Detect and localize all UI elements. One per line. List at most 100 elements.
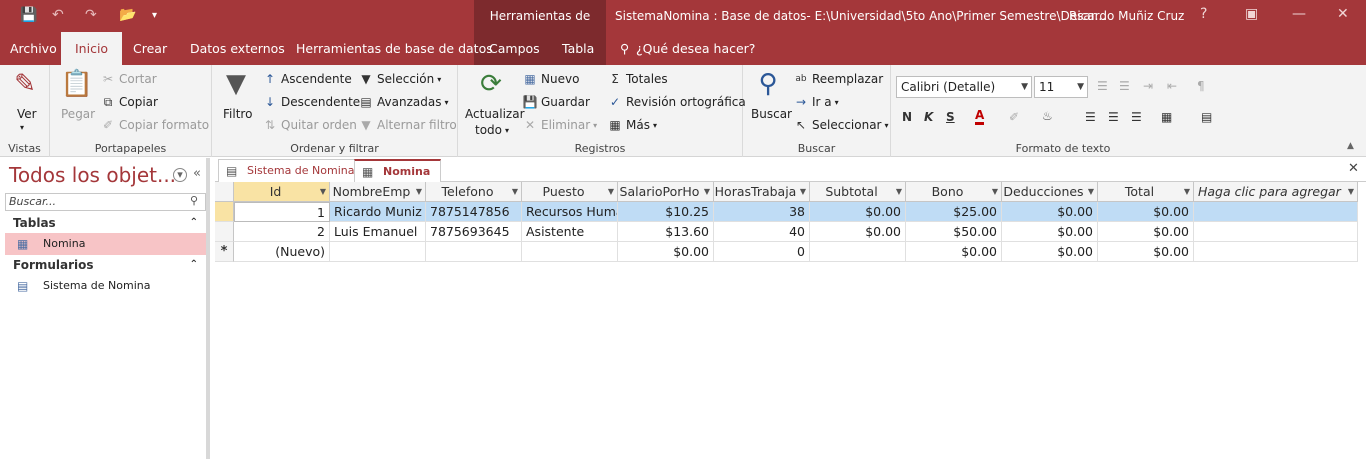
new-row-marker[interactable]: * (215, 242, 234, 262)
tab-inicio[interactable]: Inicio (61, 32, 123, 65)
column-header-add-field[interactable]: Haga clic para agregar ▼ (1194, 182, 1358, 202)
ver-dropdown-icon[interactable]: ▾ (20, 123, 24, 132)
column-dropdown-icon[interactable]: ▼ (1184, 182, 1190, 201)
column-header-deducciones[interactable]: Deducciones ▼ (1002, 182, 1098, 202)
ver-button[interactable]: Ver (17, 107, 37, 121)
indent-icon[interactable]: ⇥ (1143, 79, 1153, 93)
align-left-icon[interactable]: ☰ (1085, 110, 1096, 124)
nuevo-button[interactable]: ▦ Nuevo (522, 72, 579, 86)
highlight-icon[interactable]: ✐ (1009, 110, 1019, 124)
minimize-icon[interactable]: — (1292, 6, 1306, 22)
table-cell[interactable]: $0.00 (1002, 202, 1098, 222)
totales-button[interactable]: Σ Totales (607, 72, 667, 86)
pegar-button[interactable]: Pegar (61, 107, 95, 121)
buscar-button[interactable]: Buscar (751, 107, 792, 121)
save-icon[interactable]: 💾 (20, 7, 37, 23)
eliminar-button[interactable]: ✕ Eliminar ▾ (522, 118, 597, 132)
guardar-button[interactable]: 💾 Guardar (522, 95, 590, 109)
copiar-button[interactable]: ⧉ Copiar (100, 95, 158, 109)
seleccion-button[interactable]: ▼ Selección ▾ (358, 72, 441, 86)
nav-search-input[interactable]: Buscar... (5, 193, 206, 211)
nav-item-nomina[interactable]: ▦ Nomina (5, 233, 206, 255)
font-size-combo[interactable]: 11 ▼ (1034, 76, 1088, 98)
table-cell[interactable] (426, 242, 522, 262)
table-cell[interactable]: $10.25 (618, 202, 714, 222)
alternate-row-color-icon[interactable]: ▤ (1201, 110, 1212, 124)
column-dropdown-icon[interactable]: ▼ (1088, 182, 1094, 201)
collapse-section-icon[interactable]: ⌃ (190, 213, 198, 233)
fill-color-icon[interactable]: ♨ (1042, 109, 1053, 123)
select-all-corner[interactable] (215, 182, 234, 202)
revision-button[interactable]: ✓ Revisión ortográfica (607, 95, 746, 109)
redo-icon[interactable]: ↷ (85, 7, 97, 23)
ascendente-button[interactable]: ↑ Ascendente (262, 72, 352, 86)
table-cell[interactable]: Recursos Huma (522, 202, 618, 222)
table-cell[interactable] (330, 242, 426, 262)
ribbon-display-icon[interactable]: ▣ (1245, 6, 1258, 22)
italic-icon[interactable]: K (924, 110, 933, 124)
table-cell[interactable]: $0.00 (1002, 222, 1098, 242)
actualizar-button[interactable]: Actualizar (465, 107, 525, 121)
column-header-puesto[interactable]: Puesto ▼ (522, 182, 618, 202)
actualizar-todo-button[interactable]: todo ▾ (475, 123, 509, 137)
column-header-telefono[interactable]: Telefono ▼ (426, 182, 522, 202)
tab-archivo[interactable]: Archivo (10, 32, 57, 65)
outdent-icon[interactable]: ⇤ (1167, 79, 1177, 93)
close-window-icon[interactable]: ✕ (1337, 6, 1349, 22)
table-cell[interactable] (810, 242, 906, 262)
help-button[interactable]: ? (1200, 6, 1207, 22)
column-dropdown-icon[interactable]: ▼ (416, 182, 422, 201)
ir-a-button[interactable]: → Ir a ▾ (793, 95, 839, 109)
descendente-button[interactable]: ↓ Descendente (262, 95, 360, 109)
table-cell[interactable] (1194, 242, 1358, 262)
table-cell[interactable]: $0.00 (1098, 222, 1194, 242)
user-name[interactable]: Ricardo Muñiz Cruz (1069, 0, 1184, 32)
tab-herramientas-bd[interactable]: Herramientas de base de datos (296, 32, 493, 65)
row-selector[interactable] (215, 202, 234, 222)
column-dropdown-icon[interactable]: ▼ (1348, 182, 1354, 201)
column-dropdown-icon[interactable]: ▼ (320, 182, 326, 201)
table-cell[interactable]: $25.00 (906, 202, 1002, 222)
column-dropdown-icon[interactable]: ▼ (608, 182, 614, 201)
font-name-combo[interactable]: Calibri (Detalle) ▼ (896, 76, 1032, 98)
mas-button[interactable]: ▦ Más ▾ (607, 118, 657, 132)
open-folder-icon[interactable]: 📂 (119, 7, 136, 23)
tab-campos[interactable]: Campos (489, 32, 540, 65)
column-header-id[interactable]: Id ▼ (234, 182, 330, 202)
gridlines-icon[interactable]: ▦ (1161, 110, 1172, 124)
search-icon[interactable]: ⚲ (190, 194, 198, 207)
close-tab-icon[interactable]: ✕ (1348, 161, 1359, 176)
table-cell[interactable]: $0.00 (618, 242, 714, 262)
font-color-icon[interactable]: A (975, 109, 985, 125)
column-dropdown-icon[interactable]: ▼ (704, 182, 710, 201)
table-cell[interactable]: Ricardo Muniz (330, 202, 426, 222)
nav-item-sistema-de-nomina[interactable]: ▤ Sistema de Nomina (5, 275, 206, 297)
nav-section-formularios[interactable]: Formularios ⌃ (5, 255, 206, 275)
table-cell[interactable] (522, 242, 618, 262)
table-cell[interactable]: 7875693645 (426, 222, 522, 242)
column-dropdown-icon[interactable]: ▼ (896, 182, 902, 201)
table-cell[interactable]: $13.60 (618, 222, 714, 242)
column-header-salarioporhora[interactable]: SalarioPorHo ▼ (618, 182, 714, 202)
table-cell[interactable]: Luis Emanuel (330, 222, 426, 242)
copiar-formato-button[interactable]: ✐ Copiar formato (100, 118, 209, 132)
column-header-nombreemp[interactable]: NombreEmp ▼ (330, 182, 426, 202)
text-direction-icon[interactable]: ¶ (1197, 79, 1205, 93)
cortar-button[interactable]: ✂ Cortar (100, 72, 157, 86)
table-cell[interactable]: $0.00 (1098, 242, 1194, 262)
bold-icon[interactable]: N (902, 110, 912, 124)
column-header-horastrabajadas[interactable]: HorasTrabaja ▼ (714, 182, 810, 202)
column-dropdown-icon[interactable]: ▼ (992, 182, 998, 201)
bullets-icon[interactable]: ☰ (1097, 79, 1108, 93)
table-cell[interactable]: $0.00 (1002, 242, 1098, 262)
align-right-icon[interactable]: ☰ (1131, 110, 1142, 124)
nav-title[interactable]: Todos los objet... (9, 163, 176, 187)
table-cell[interactable]: 2 (234, 222, 330, 242)
column-header-bono[interactable]: Bono ▼ (906, 182, 1002, 202)
table-cell[interactable]: $0.00 (810, 222, 906, 242)
nav-section-tablas[interactable]: Tablas ⌃ (5, 213, 206, 233)
underline-icon[interactable]: S (946, 110, 955, 124)
tab-tabla[interactable]: Tabla (562, 32, 594, 65)
table-cell[interactable]: $50.00 (906, 222, 1002, 242)
doc-tab-sistema-de-nomina[interactable]: ▤ Sistema de Nomina (218, 159, 366, 182)
